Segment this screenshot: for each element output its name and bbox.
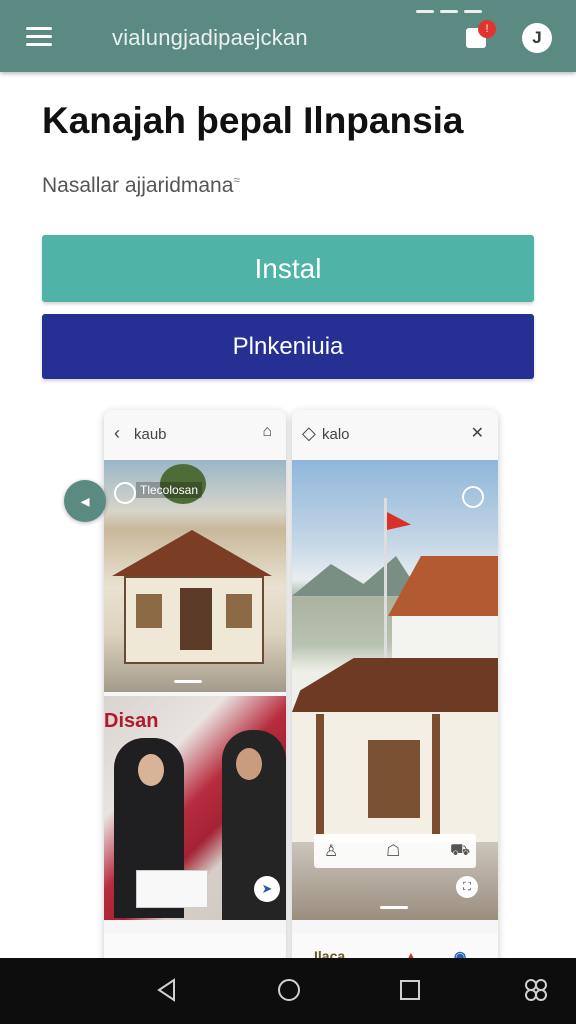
screenshot-card-right[interactable]: ◇ kalo ✕ ♙ ☖ ⛟ ⛶ Ilaca ▲ ◉ <box>292 410 498 970</box>
bookmark-icon[interactable]: ➤ <box>254 876 280 902</box>
flag-pole <box>384 498 387 674</box>
window-shape <box>136 594 162 628</box>
chevron-left-icon: ‹ <box>114 423 120 443</box>
system-nav-bar <box>0 958 576 1024</box>
column-shape <box>316 714 324 834</box>
square-recents-icon[interactable] <box>396 976 424 1004</box>
app-bar: vialungjadipaejckan ! J <box>0 0 576 72</box>
triangle-back-icon[interactable] <box>154 976 182 1004</box>
install-button[interactable]: Instal <box>42 235 534 302</box>
secondary-button[interactable]: Plnkeniuia <box>42 314 534 379</box>
arrow-left-icon[interactable]: ◂ <box>64 480 106 522</box>
notification-badge: ! <box>478 20 496 38</box>
close-icon: ✕ <box>470 425 484 442</box>
person-icon[interactable]: ♙ <box>324 841 338 861</box>
page-indicator <box>380 906 408 909</box>
photo-tag: Tlecolosan <box>136 482 203 498</box>
subtitle: Nasallar ajjaridmana≈ <box>42 173 240 198</box>
message-icon[interactable]: ☖ <box>386 841 400 861</box>
home-outline-icon: ⌂ <box>262 423 272 440</box>
certificate-shape <box>136 870 208 908</box>
circle-home-icon[interactable] <box>275 976 303 1004</box>
door-shape <box>180 588 212 650</box>
people-photo: Disan ➤ <box>104 696 286 920</box>
page-title: Kanajah þepal Ilnpansia <box>42 100 464 141</box>
diamond-icon: ◇ <box>302 423 316 443</box>
app-title: vialungjadipaejckan <box>112 25 308 50</box>
roof-shape <box>388 556 498 616</box>
subtitle-mark: ≈ <box>233 173 241 187</box>
share-icon[interactable]: ⛶ <box>456 876 478 898</box>
face-shape <box>138 754 164 786</box>
window-shape <box>368 740 420 818</box>
globe-icon <box>462 486 484 508</box>
info-icon[interactable]: J <box>522 23 552 53</box>
subtitle-text: Nasallar ajjaridmana <box>42 174 234 197</box>
status-indicators <box>416 0 506 13</box>
village-photo: ♙ ☖ ⛟ ⛶ <box>292 460 498 920</box>
screenshot-header: ◇ kalo ✕ <box>292 410 498 460</box>
banner-text: Disan <box>104 710 159 732</box>
flag-shape <box>387 512 411 530</box>
screenshot-header-label: kalo <box>322 426 350 443</box>
screenshot-header: ‹ kaub ⌂ <box>104 410 286 460</box>
window-shape <box>226 594 252 628</box>
emoji-icon <box>114 482 136 504</box>
screenshot-card-left[interactable]: ‹ kaub ⌂ Tlecolosan Disan ➤ <box>104 410 286 970</box>
column-shape <box>432 714 440 834</box>
roof-shape <box>112 530 272 576</box>
menu-icon[interactable] <box>26 26 52 48</box>
traditional-house-photo: Tlecolosan <box>104 460 286 692</box>
notification-icon[interactable]: ! <box>464 20 496 50</box>
photo-toolbar: ♙ ☖ ⛟ <box>314 834 476 868</box>
grid-icon[interactable] <box>522 976 550 1004</box>
screenshot-header-label: kaub <box>134 426 167 443</box>
roof-shape <box>292 658 498 712</box>
face-shape <box>236 748 262 780</box>
page-indicator <box>174 680 202 683</box>
car-icon[interactable]: ⛟ <box>450 841 470 861</box>
